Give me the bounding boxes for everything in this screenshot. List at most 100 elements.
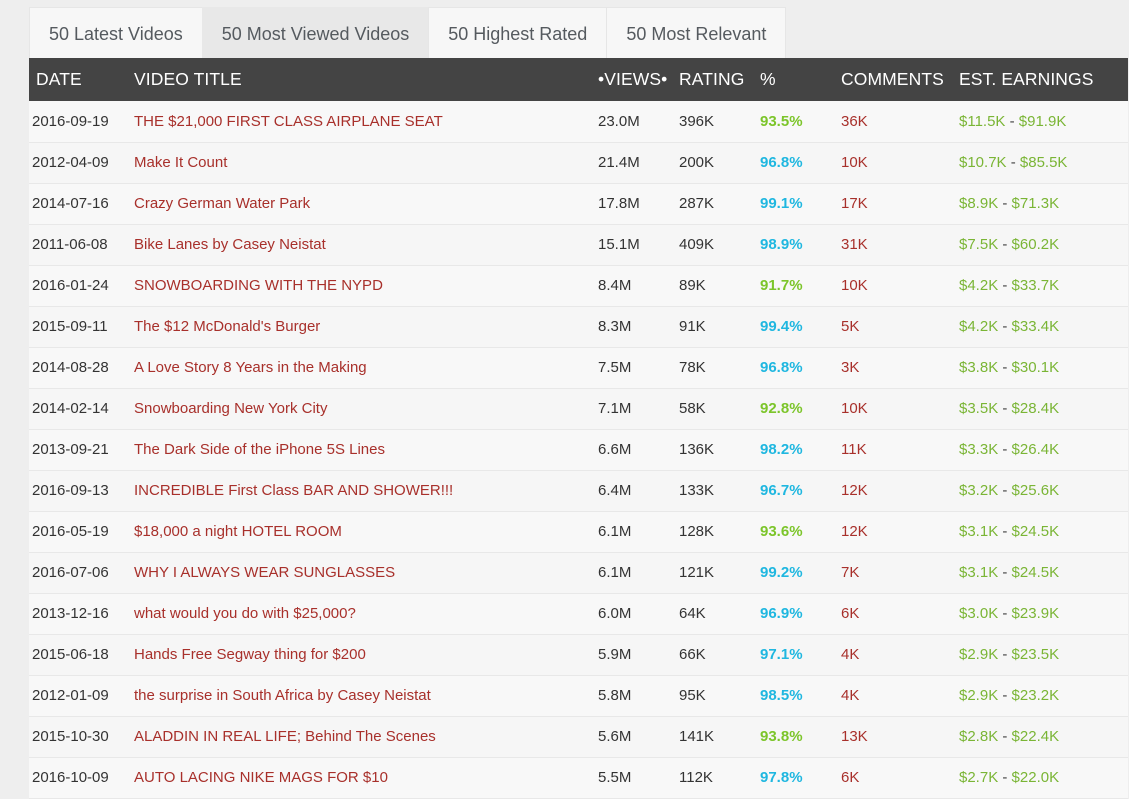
video-rating: 396K xyxy=(679,112,715,130)
video-est-earnings: $3.1K - $24.5K xyxy=(959,552,1128,593)
video-comments: 13K xyxy=(841,728,868,745)
video-rating-percent: 97.1% xyxy=(760,646,803,663)
video-rating-percent: 99.2% xyxy=(760,564,803,581)
video-views: 8.4M xyxy=(598,277,632,294)
video-title-cell: Crazy German Water Park xyxy=(134,183,598,224)
video-rating-percent: 96.8% xyxy=(760,154,803,171)
video-title-link[interactable]: Make It Count xyxy=(134,154,227,171)
earnings-low: $10.7K xyxy=(959,154,1007,171)
table-row: 2016-05-19 $18,000 a night HOTEL ROOM 6.1M… xyxy=(29,511,1128,552)
earnings-low: $8.9K xyxy=(959,195,999,212)
video-comments: 7K xyxy=(841,564,860,581)
table-row: 2012-01-09 the surprise in South Africa b… xyxy=(29,675,1128,716)
video-title-link[interactable]: A Love Story 8 Years in the Making xyxy=(134,359,367,376)
earnings-high: $25.6K xyxy=(1011,482,1060,499)
video-comments: 3K xyxy=(841,359,860,376)
video-comments: 5K xyxy=(841,318,860,335)
video-comments: 10K xyxy=(841,400,868,417)
video-est-earnings: $8.9K - $71.3K xyxy=(959,183,1128,224)
video-title-link[interactable]: Crazy German Water Park xyxy=(134,195,310,212)
video-rating: 128K xyxy=(679,523,715,540)
video-title-link[interactable]: The Dark Side of the iPhone 5S Lines xyxy=(134,441,385,458)
video-title-link[interactable]: what would you do with $25,000? xyxy=(134,605,356,622)
video-title-link[interactable]: Bike Lanes by Casey Neistat xyxy=(134,236,326,253)
earnings-low: $4.2K xyxy=(959,318,999,335)
video-comments: 4K xyxy=(841,687,860,704)
video-views: 21.4M xyxy=(598,154,640,171)
video-title-link[interactable]: Hands Free Segway thing for $200 xyxy=(134,646,366,663)
video-rating: 409K xyxy=(679,236,715,253)
video-title-cell: ALADDIN IN REAL LIFE; Behind The Scenes xyxy=(134,716,598,757)
tab-latest-videos[interactable]: 50 Latest Videos xyxy=(29,7,202,58)
table-body: 2016-09-19 THE $21,000 FIRST CLASS AIRPLA… xyxy=(29,101,1128,798)
video-est-earnings: $3.3K - $26.4K xyxy=(959,429,1128,470)
header-views[interactable]: •VIEWS• xyxy=(598,58,679,101)
video-title-link[interactable]: WHY I ALWAYS WEAR SUNGLASSES xyxy=(134,564,395,581)
earnings-low: $2.9K xyxy=(959,687,999,704)
video-rating-percent: 98.9% xyxy=(760,236,803,253)
video-rating: 58K xyxy=(679,400,706,417)
header-est-earnings[interactable]: EST. EARNINGS xyxy=(959,58,1128,101)
video-comments: 6K xyxy=(841,605,860,622)
header-video-title[interactable]: VIDEO TITLE xyxy=(134,58,598,101)
video-title-link[interactable]: The $12 McDonald's Burger xyxy=(134,318,320,335)
video-date: 2014-07-16 xyxy=(32,195,109,212)
header-percent[interactable]: % xyxy=(760,58,841,101)
video-est-earnings: $10.7K - $85.5K xyxy=(959,142,1128,183)
video-date: 2016-05-19 xyxy=(32,523,109,540)
video-views: 17.8M xyxy=(598,195,640,212)
table-row: 2013-12-16 what would you do with $25,000… xyxy=(29,593,1128,634)
video-est-earnings: $3.8K - $30.1K xyxy=(959,347,1128,388)
video-title-link[interactable]: THE $21,000 FIRST CLASS AIRPLANE SEAT xyxy=(134,113,443,130)
video-title-link[interactable]: SNOWBOARDING WITH THE NYPD xyxy=(134,277,383,294)
earnings-separator: - xyxy=(998,687,1012,704)
tab-highest-rated[interactable]: 50 Highest Rated xyxy=(428,7,607,58)
video-est-earnings: $3.2K - $25.6K xyxy=(959,470,1128,511)
tab-most-relevant[interactable]: 50 Most Relevant xyxy=(606,7,787,58)
video-est-earnings: $11.5K - $91.9K xyxy=(959,101,1128,142)
earnings-low: $3.1K xyxy=(959,564,999,581)
table-row: 2014-02-14 Snowboarding New York City 7.1M… xyxy=(29,388,1128,429)
tab-most-viewed-videos[interactable]: 50 Most Viewed Videos xyxy=(201,7,429,58)
video-title-link[interactable]: $18,000 a night HOTEL ROOM xyxy=(134,523,342,540)
video-title-link[interactable]: INCREDIBLE First Class BAR AND SHOWER!!! xyxy=(134,482,453,499)
video-title-link[interactable]: AUTO LACING NIKE MAGS FOR $10 xyxy=(134,769,388,786)
video-rating: 141K xyxy=(679,728,715,745)
table-row: 2015-10-30 ALADDIN IN REAL LIFE; Behind T… xyxy=(29,716,1128,757)
video-rating: 121K xyxy=(679,564,715,581)
video-title-link[interactable]: ALADDIN IN REAL LIFE; Behind The Scenes xyxy=(134,728,436,745)
video-views: 6.0M xyxy=(598,605,632,622)
earnings-low: $3.5K xyxy=(959,400,999,417)
video-date: 2014-08-28 xyxy=(32,359,109,376)
earnings-high: $60.2K xyxy=(1011,236,1060,253)
video-date: 2016-01-24 xyxy=(32,277,109,294)
video-rating: 136K xyxy=(679,441,715,458)
video-rating-percent: 91.7% xyxy=(760,277,803,294)
video-rating: 112K xyxy=(679,769,713,786)
earnings-high: $33.4K xyxy=(1011,318,1060,335)
earnings-low: $3.2K xyxy=(959,482,999,499)
video-comments: 31K xyxy=(841,236,868,253)
table-row: 2013-09-21 The Dark Side of the iPhone 5S… xyxy=(29,429,1128,470)
header-date[interactable]: DATE xyxy=(29,58,134,101)
video-title-link[interactable]: Snowboarding New York City xyxy=(134,400,327,417)
header-rating[interactable]: RATING xyxy=(679,58,760,101)
table-row: 2016-10-09 AUTO LACING NIKE MAGS FOR $10 5… xyxy=(29,757,1128,798)
earnings-high: $22.4K xyxy=(1011,728,1060,745)
video-title-cell: SNOWBOARDING WITH THE NYPD xyxy=(134,265,598,306)
videos-table: DATE VIDEO TITLE •VIEWS• RATING % COMMEN… xyxy=(29,58,1128,799)
earnings-separator: - xyxy=(998,728,1012,745)
header-comments[interactable]: COMMENTS xyxy=(841,58,959,101)
video-views: 5.5M xyxy=(598,769,632,786)
video-title-cell: the surprise in South Africa by Casey Ne… xyxy=(134,675,598,716)
video-title-cell: The Dark Side of the iPhone 5S Lines xyxy=(134,429,598,470)
video-title-link[interactable]: the surprise in South Africa by Casey Ne… xyxy=(134,687,431,704)
video-date: 2016-07-06 xyxy=(32,564,109,581)
table-row: 2011-06-08 Bike Lanes by Casey Neistat 15.… xyxy=(29,224,1128,265)
video-comments: 17K xyxy=(841,195,868,212)
earnings-high: $23.5K xyxy=(1011,646,1060,663)
video-est-earnings: $4.2K - $33.4K xyxy=(959,306,1128,347)
video-title-cell: The $12 McDonald's Burger xyxy=(134,306,598,347)
earnings-low: $3.1K xyxy=(959,523,999,540)
table-row: 2016-07-06 WHY I ALWAYS WEAR SUNGLASSES 6.… xyxy=(29,552,1128,593)
